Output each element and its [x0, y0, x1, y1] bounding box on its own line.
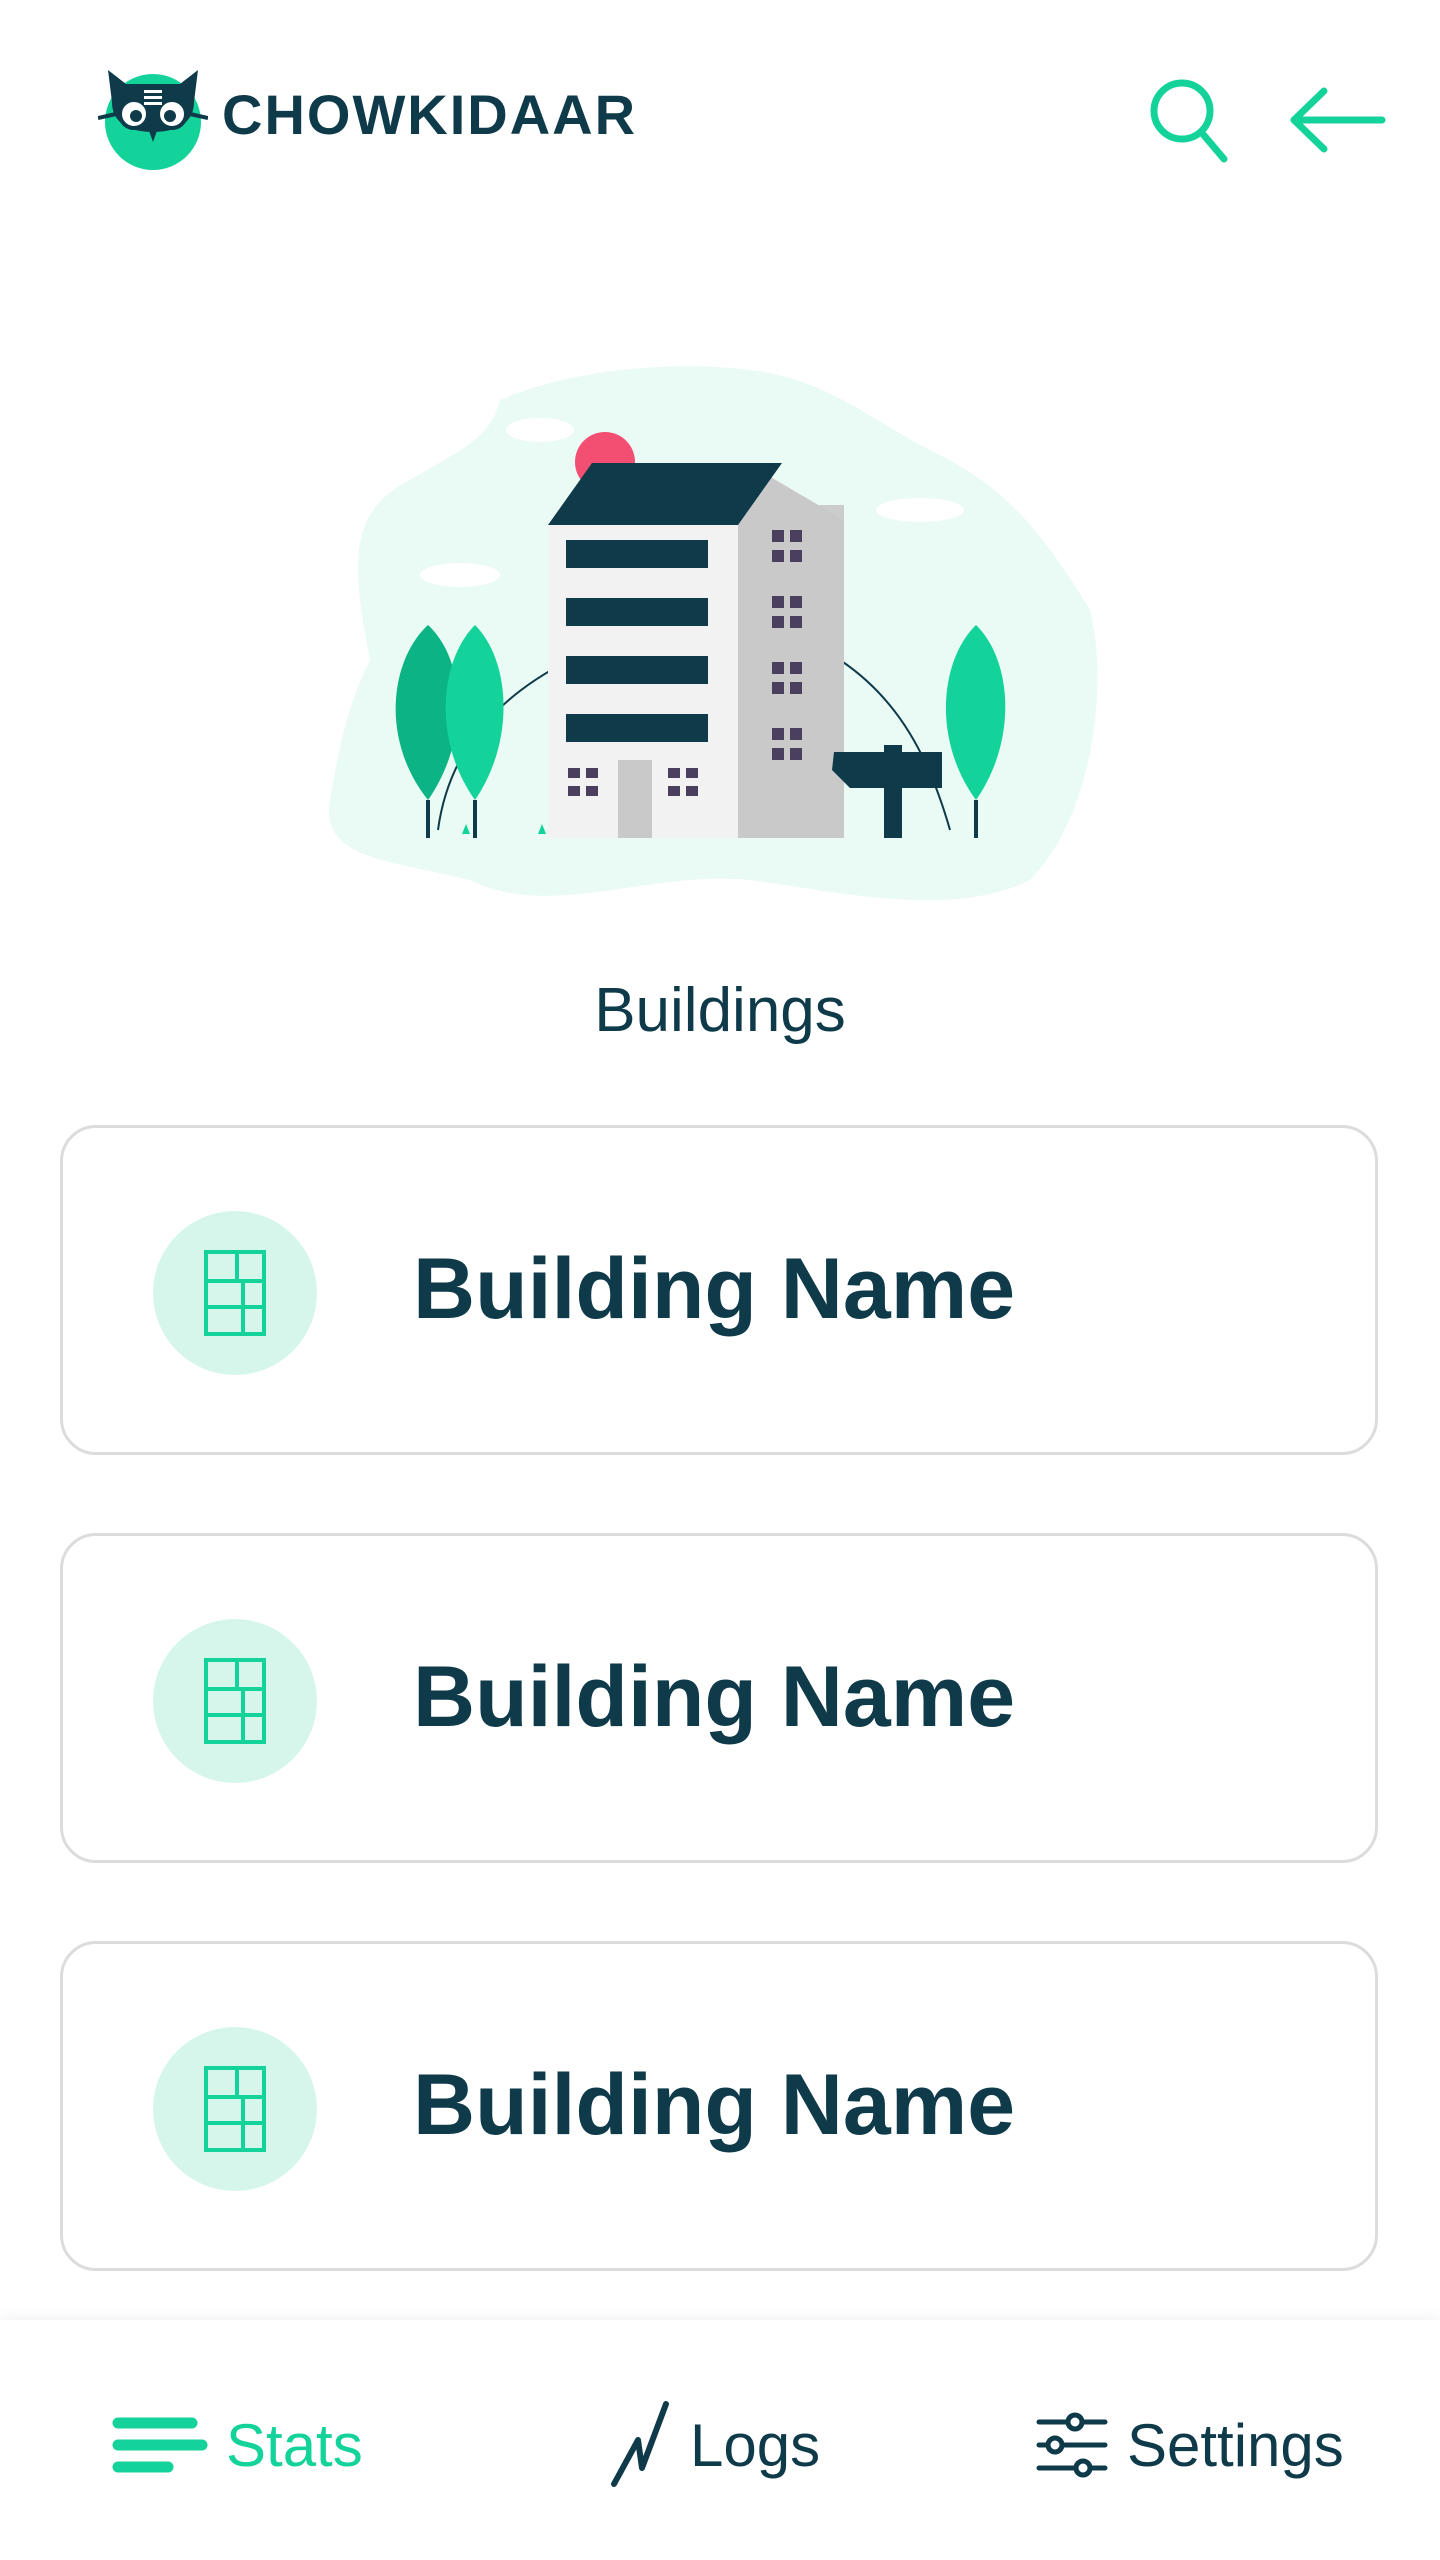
building-illustration: [310, 360, 1130, 920]
building-card[interactable]: Building Name: [60, 1533, 1378, 1863]
nav-item-settings[interactable]: Settings: [1035, 2400, 1344, 2490]
nav-label-settings: Settings: [1127, 2411, 1344, 2479]
building-name: Building Name: [413, 1241, 1016, 1337]
search-icon: [1150, 79, 1228, 163]
nav-item-stats[interactable]: Stats: [112, 2400, 363, 2490]
search-button[interactable]: [1138, 70, 1238, 170]
floor-plan-icon: [153, 1211, 317, 1375]
section-title: Buildings: [594, 976, 846, 1045]
app-brand-title: CHOWKIDAAR: [222, 83, 638, 146]
arrow-left-icon: [1290, 87, 1386, 153]
sliders-icon: [1036, 2412, 1108, 2478]
nav-label-logs: Logs: [690, 2411, 821, 2479]
app-root: CHOWKIDAAR Buildings Building Name Build…: [0, 0, 1440, 2560]
building-card[interactable]: Building Name: [60, 1125, 1378, 1455]
nav-label-stats: Stats: [226, 2411, 363, 2479]
bottom-nav: Stats Logs Settings: [0, 2320, 1440, 2560]
nav-item-logs[interactable]: Logs: [608, 2400, 820, 2490]
owl-logo-icon: [97, 62, 209, 172]
building-name: Building Name: [413, 2057, 1016, 2153]
floor-plan-icon: [153, 2027, 317, 2191]
building-name: Building Name: [413, 1649, 1016, 1745]
floor-plan-icon: [153, 1619, 317, 1783]
pulse-line-icon: [611, 2401, 669, 2487]
building-card[interactable]: Building Name: [60, 1941, 1378, 2271]
back-button[interactable]: [1278, 70, 1398, 170]
app-header: CHOWKIDAAR: [0, 0, 1440, 230]
stats-bars-icon: [112, 2417, 208, 2473]
